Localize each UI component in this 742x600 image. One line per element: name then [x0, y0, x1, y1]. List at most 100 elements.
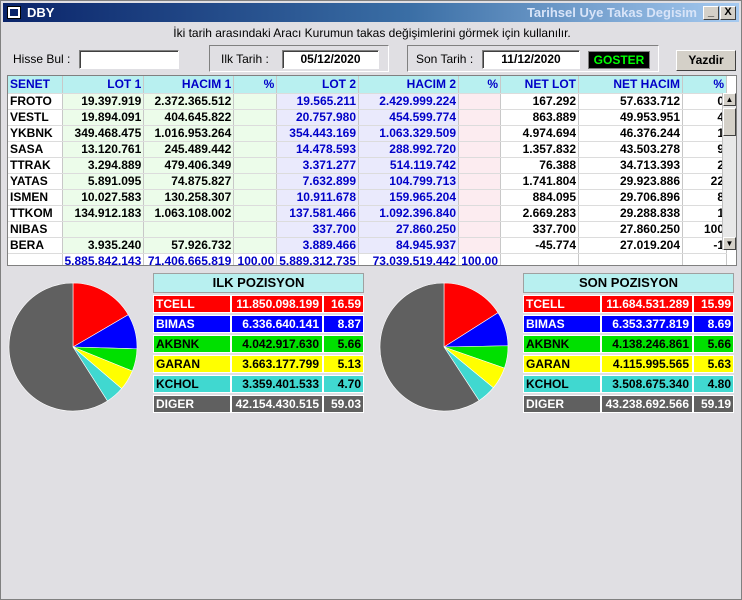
table-cell: 14.478.593 [276, 141, 359, 158]
table-cell [233, 173, 278, 190]
hisse-bul-input[interactable] [79, 50, 179, 69]
scroll-down-icon[interactable]: ▼ [723, 237, 736, 250]
table-cell: 349.468.475 [62, 125, 145, 142]
table-scrollbar[interactable]: ▲ ▼ [722, 93, 736, 250]
total-cell: 100,00 [458, 253, 501, 265]
table-cell: 27.860.250 [578, 221, 683, 238]
column-header[interactable]: LOT 2 [276, 76, 359, 94]
table-cell: TTRAK [8, 157, 63, 174]
yazdir-button[interactable]: Yazdir [676, 50, 736, 71]
table-cell: 134.912.183 [62, 205, 145, 222]
table-cell: 884.095 [500, 189, 579, 206]
table-cell: 1.016.953.264 [143, 125, 235, 142]
stock-percent: 8.69 [693, 315, 734, 333]
close-button[interactable]: X [720, 6, 736, 20]
table-cell: 863.889 [500, 109, 579, 126]
stock-name: GARAN [523, 355, 601, 373]
son-pozisyon-row: GARAN 4.115.995.565 5.63 [523, 355, 734, 373]
table-cell: ISMEN [8, 189, 63, 206]
son-tarih-label: Son Tarih : [416, 52, 474, 66]
table-cell: 19.397.919 [62, 93, 145, 110]
stock-value: 11.684.531.289 [601, 295, 693, 313]
ilk-pozisyon-row: GARAN 3.663.177.799 5.13 [153, 355, 364, 373]
table-cell: 29.706.896 [578, 189, 683, 206]
column-header[interactable]: NET HACIM [578, 76, 683, 94]
table-row[interactable]: TTKOM 134.912.183 1.063.108.002 137.581.466… [8, 205, 727, 222]
table-cell [458, 237, 501, 254]
minimize-button[interactable]: _ [703, 6, 719, 20]
column-header[interactable]: HACIM 2 [358, 76, 459, 94]
table-row[interactable]: FROTO 19.397.919 2.372.365.512 19.565.211 2.… [8, 93, 727, 110]
stock-value: 6.353.377.819 [601, 315, 693, 333]
table-cell: 8 [682, 189, 727, 206]
table-cell: 3.935.240 [62, 237, 145, 254]
column-header[interactable]: % [682, 76, 727, 94]
table-cell: BERA [8, 237, 63, 254]
table-cell: 137.581.466 [276, 205, 359, 222]
column-header[interactable]: % [458, 76, 501, 94]
stock-name: DIGER [523, 395, 601, 413]
table-cell: 3.294.889 [62, 157, 145, 174]
total-cell: 5.889.312.735 [276, 253, 359, 265]
scroll-up-icon[interactable]: ▲ [723, 93, 736, 106]
table-cell: TTKOM [8, 205, 63, 222]
scroll-thumb[interactable] [723, 108, 736, 136]
title-bar[interactable]: DBY Tarihsel Uye Takas Degisim _ X [3, 3, 739, 22]
table-cell: 10.027.583 [62, 189, 145, 206]
window-subtitle: Tarihsel Uye Takas Degisim [526, 5, 697, 20]
stock-name: AKBNK [153, 335, 231, 353]
table-cell [233, 189, 278, 206]
app-icon [7, 6, 21, 19]
son-tarih-input[interactable]: 11/12/2020 [482, 50, 580, 69]
table-cell: VESTL [8, 109, 63, 126]
table-cell: 1.063.329.509 [358, 125, 459, 142]
table-cell [458, 125, 501, 142]
table-cell: 2 [682, 157, 727, 174]
table-cell [233, 205, 278, 222]
table-cell [458, 205, 501, 222]
table-cell: 57.633.712 [578, 93, 683, 110]
table-row[interactable]: VESTL 19.894.091 404.645.822 20.757.980 454.… [8, 109, 727, 126]
goster-button[interactable]: GOSTER [588, 51, 650, 69]
table-cell [233, 125, 278, 142]
takas-table[interactable]: SENET LOT 1 HACIM 1% LOT 2 HACIM 2% NET LOT NE… [7, 75, 737, 266]
table-row[interactable]: BERA 3.935.240 57.926.732 3.889.466 84.945.9… [8, 237, 727, 254]
table-row[interactable]: TTRAK 3.294.889 479.406.349 3.371.277 514.11… [8, 157, 727, 174]
info-text: İki tarih arasındaki Aracı Kurumun takas… [173, 26, 571, 40]
table-cell: 337.700 [500, 221, 579, 238]
ilk-pozisyon-row: BIMAS 6.336.640.141 8.87 [153, 315, 364, 333]
stock-name: TCELL [153, 295, 231, 313]
table-cell [62, 221, 145, 238]
table-row[interactable]: SASA 13.120.761 245.489.442 14.478.593 288.9… [8, 141, 727, 158]
ilk-pozisyon-title: ILK POZISYON [153, 273, 364, 293]
table-row[interactable]: ISMEN 10.027.583 130.258.307 10.911.678 159.… [8, 189, 727, 206]
table-cell: 19.565.211 [276, 93, 359, 110]
ilk-pozisyon-row: AKBNK 4.042.917.630 5.66 [153, 335, 364, 353]
column-header[interactable]: % [233, 76, 278, 94]
stock-percent: 5.13 [323, 355, 364, 373]
table-cell: 2.429.999.224 [358, 93, 459, 110]
table-cell [458, 221, 501, 238]
table-cell [458, 109, 501, 126]
table-cell: 1 [682, 125, 727, 142]
column-header[interactable]: SENET [8, 76, 63, 94]
column-header[interactable]: HACIM 1 [143, 76, 235, 94]
column-header[interactable]: NET LOT [500, 76, 579, 94]
table-row[interactable]: YATAS 5.891.095 74.875.827 7.632.899 104.799… [8, 173, 727, 190]
table-cell [458, 141, 501, 158]
table-cell: 1.092.396.840 [358, 205, 459, 222]
ilk-tarih-input[interactable]: 05/12/2020 [282, 50, 379, 69]
son-pozisyon-row: TCELL 11.684.531.289 15.99 [523, 295, 734, 313]
table-row[interactable]: YKBNK 349.468.475 1.016.953.264 354.443.169… [8, 125, 727, 142]
table-cell: SASA [8, 141, 63, 158]
table-row[interactable]: NIBAS 337.700 27.860.250 337.700 27.860.250 1… [8, 221, 727, 238]
table-cell: 84.945.937 [358, 237, 459, 254]
column-header[interactable]: LOT 1 [62, 76, 145, 94]
table-cell: 354.443.169 [276, 125, 359, 142]
table-cell [233, 109, 278, 126]
table-cell: 49.953.951 [578, 109, 683, 126]
table-cell: 1 [682, 205, 727, 222]
total-cell: 71.406.665.819 [143, 253, 235, 265]
table-cell: 3.371.277 [276, 157, 359, 174]
son-pozisyon-row: AKBNK 4.138.246.861 5.66 [523, 335, 734, 353]
